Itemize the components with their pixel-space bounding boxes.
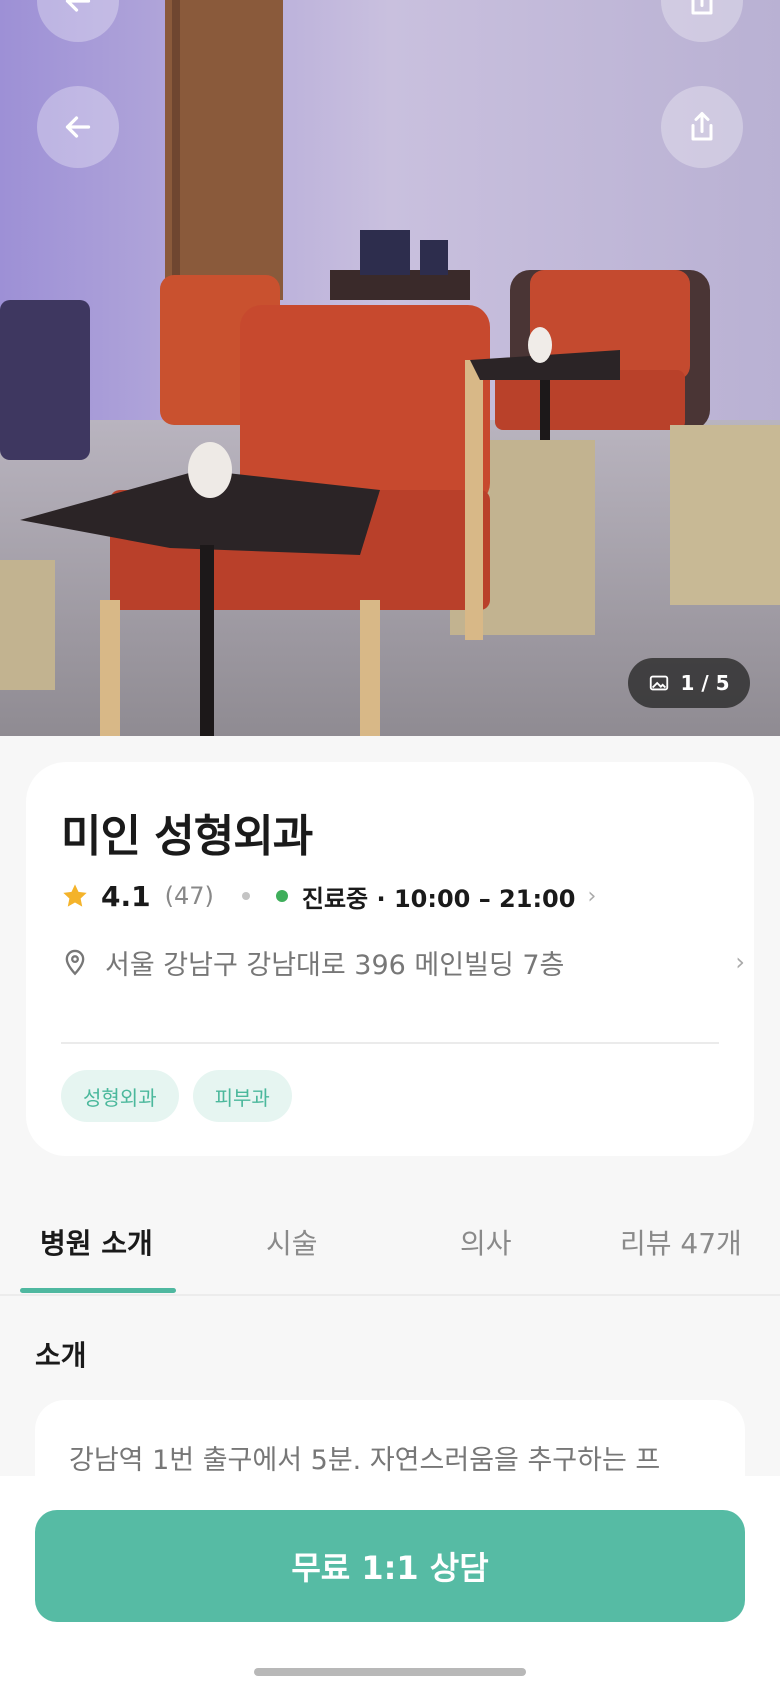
review-count: (47) <box>164 882 214 910</box>
tab-intro[interactable]: 병원 소개 <box>40 1222 153 1262</box>
tab-reviews[interactable]: 리뷰 47개 <box>620 1222 742 1262</box>
back-arrow-icon <box>65 0 91 12</box>
image-counter-text: 1 / 5 <box>680 671 730 695</box>
separator-dot <box>241 892 250 900</box>
address-row[interactable]: 서울 강남구 강남대로 396 메인빌딩 7층 › <box>61 940 747 984</box>
active-tab-indicator <box>20 1288 176 1293</box>
clinic-name: 미인 성형외과 <box>61 811 313 862</box>
tab-procedures[interactable]: 시술 <box>266 1222 318 1262</box>
star-icon <box>63 884 87 907</box>
clinic-photo-carousel[interactable]: 1 / 5 <box>0 0 780 736</box>
card-divider <box>61 1042 719 1044</box>
chevron-right-icon: › <box>735 948 745 976</box>
share-icon <box>691 0 713 15</box>
share-icon <box>691 112 713 141</box>
rating-value: 4.1 <box>101 879 151 913</box>
tag-chip[interactable]: 피부과 <box>192 1070 292 1122</box>
bottom-action-bar: 무료 1:1 상담 <box>0 1476 780 1690</box>
intro-text: 강남역 1번 출구에서 5분. 자연스러움을 추구하는 프 <box>69 1445 661 1476</box>
intro-section-title: 소개 <box>35 1339 87 1372</box>
location-pin-icon <box>65 949 85 976</box>
rating-hours-row[interactable]: 4.1 (47) 진료중 · 10:00 – 21:00 › <box>61 874 596 918</box>
specialty-tags: 성형외과 피부과 <box>61 1070 292 1122</box>
back-arrow-icon <box>65 116 91 138</box>
clinic-info-card: 미인 성형외과 4.1 (47) 진료중 · 10:00 – 21:00 › 서… <box>26 762 754 1156</box>
back-button[interactable] <box>37 86 119 168</box>
tab-doctors[interactable]: 의사 <box>460 1222 512 1262</box>
tag-chip[interactable]: 성형외과 <box>61 1070 179 1122</box>
open-status-dot <box>275 890 288 902</box>
image-icon <box>650 675 669 691</box>
detail-tabs: 병원 소개 시술 의사 리뷰 47개 <box>0 1200 780 1296</box>
free-consult-button[interactable]: 무료 1:1 상담 <box>35 1510 745 1622</box>
share-button[interactable] <box>661 86 743 168</box>
image-counter-badge: 1 / 5 <box>628 658 750 708</box>
chevron-right-icon: › <box>587 883 597 909</box>
clinic-interior-photo <box>0 0 780 736</box>
status-hours: 진료중 · 10:00 – 21:00 <box>301 884 576 913</box>
address-text: 서울 강남구 강남대로 396 메인빌딩 7층 <box>105 949 565 981</box>
home-indicator[interactable] <box>254 1668 526 1676</box>
